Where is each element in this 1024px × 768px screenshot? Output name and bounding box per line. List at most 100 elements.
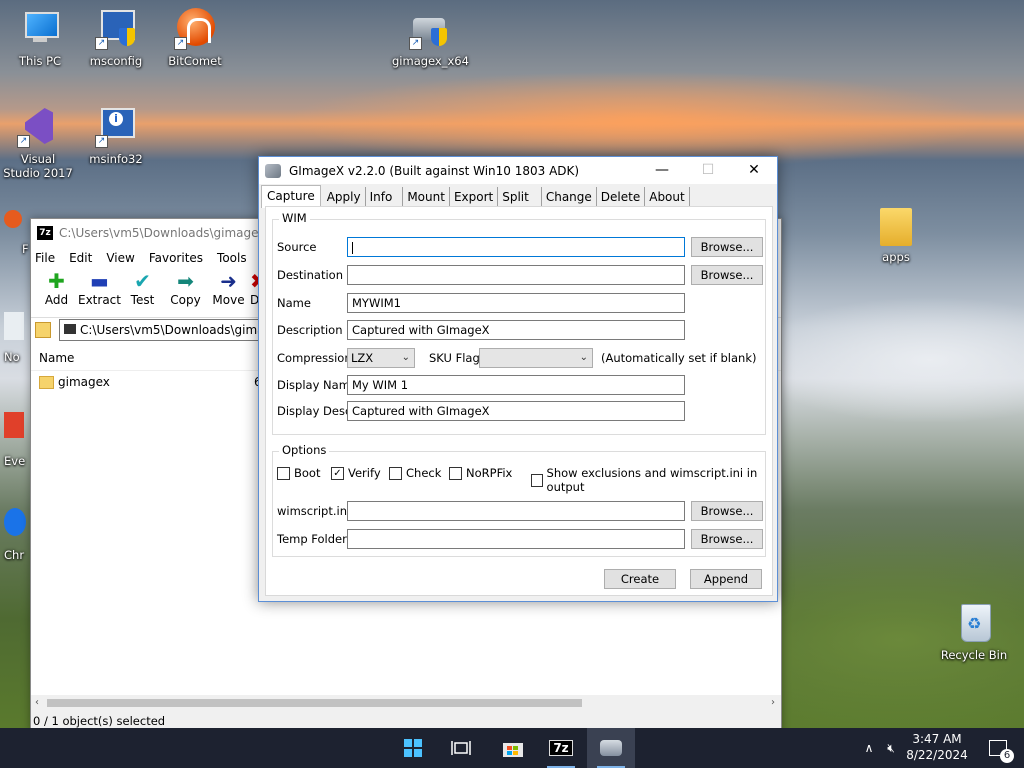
menu-view[interactable]: View [106, 251, 134, 265]
tab-info[interactable]: Info [366, 187, 404, 207]
menu-edit[interactable]: Edit [69, 251, 92, 265]
wimscript-input[interactable] [347, 501, 685, 521]
desktop-icon-this-pc[interactable]: This PC [2, 8, 78, 68]
taskbar-gimagex[interactable] [587, 728, 635, 768]
tab-capture[interactable]: Capture [261, 185, 321, 208]
desktop-icon-gimagex[interactable]: ↗ gimagex_x64 [392, 8, 469, 68]
source-input[interactable] [347, 237, 685, 257]
compression-select[interactable]: LZX ⌄ [347, 348, 415, 368]
shortcut-arrow-icon: ↗ [17, 135, 30, 148]
extract-icon: ▬ [90, 269, 109, 293]
sku-flag-select[interactable]: ⌄ [479, 348, 593, 368]
clock[interactable]: 3:47 AM 8/22/2024 [902, 731, 972, 763]
windows-logo-icon [404, 739, 422, 757]
gimagex-titlebar[interactable]: GImageX v2.2.0 (Built against Win10 1803… [259, 157, 777, 184]
show-hidden-icons[interactable]: ∧ [858, 728, 880, 768]
tab-about[interactable]: About [645, 187, 690, 207]
compression-label: Compression [277, 351, 352, 365]
document-icon [4, 312, 24, 340]
menu-favorites[interactable]: Favorites [149, 251, 203, 265]
verify-checkbox[interactable]: ✓ Verify [331, 466, 381, 480]
horizontal-scrollbar[interactable]: ‹ › [31, 695, 781, 711]
wim-group: WIM Source Browse... Destination Browse.… [272, 211, 766, 435]
menu-file[interactable]: File [35, 251, 55, 265]
create-button[interactable]: Create [604, 569, 676, 589]
move-button[interactable]: ➜ Move [207, 269, 250, 307]
taskbar: 7z ∧ 🔇︎ 3:47 AM 8/22/2024 6 [0, 728, 1024, 768]
tab-split[interactable]: Split [498, 187, 542, 207]
chevron-down-icon: ⌄ [401, 352, 410, 363]
destination-browse-button[interactable]: Browse... [691, 265, 763, 285]
checkmark-icon: ✓ [331, 466, 344, 480]
msinfo32-icon: i ↗ [95, 106, 137, 148]
options-group-title: Options [279, 443, 330, 457]
close-icon[interactable]: ✕ [731, 157, 777, 184]
display-name-input[interactable]: My WIM 1 [347, 375, 685, 395]
temp-folder-browse-button[interactable]: Browse... [691, 529, 763, 549]
task-view-button[interactable] [437, 728, 485, 768]
test-button[interactable]: ✔ Test [121, 269, 164, 307]
speaker-muted-icon: 🔇︎ [887, 740, 895, 755]
gimagex-window[interactable]: GImageX v2.2.0 (Built against Win10 1803… [258, 156, 778, 602]
task-view-icon [451, 741, 471, 755]
zip-window-title: C:\Users\vm5\Downloads\gimagex.zip\ [59, 226, 291, 240]
menu-tools[interactable]: Tools [217, 251, 247, 265]
norpfix-checkbox[interactable]: NoRPFix [449, 466, 512, 480]
temp-folder-input[interactable] [347, 529, 685, 549]
tab-export[interactable]: Export [450, 187, 499, 207]
description-label: Description [277, 323, 343, 337]
tab-apply[interactable]: Apply [323, 187, 366, 207]
copy-button[interactable]: ➡ Copy [164, 269, 207, 307]
desktop-icon-apps[interactable]: apps [858, 208, 934, 264]
maximize-icon[interactable]: ☐ [685, 157, 731, 184]
display-desc-label: Display Desc. [277, 404, 355, 418]
extract-button[interactable]: ▬ Extract [78, 269, 121, 307]
tab-delete[interactable]: Delete [597, 187, 646, 207]
desktop-icon-bitcomet[interactable]: ↗ BitComet [157, 8, 233, 68]
desktop-icon-msconfig[interactable]: ↗ msconfig [78, 8, 154, 68]
action-center-button[interactable]: 6 [978, 728, 1018, 768]
tab-change[interactable]: Change [542, 187, 597, 207]
gimagex-window-title: GImageX v2.2.0 (Built against Win10 1803… [289, 163, 580, 178]
clock-time: 3:47 AM [912, 732, 962, 746]
source-browse-button[interactable]: Browse... [691, 237, 763, 257]
options-group: Options Boot ✓ Verify Check NoRPFix Show … [272, 443, 766, 557]
notification-count-badge: 6 [1000, 749, 1014, 763]
taskbar-7zip[interactable]: 7z [537, 728, 585, 768]
capture-panel: WIM Source Browse... Destination Browse.… [265, 206, 773, 596]
boot-checkbox[interactable]: Boot [277, 466, 320, 480]
destination-input[interactable] [347, 265, 685, 285]
wim-group-title: WIM [279, 211, 310, 225]
gimagex-tabs: Capture Apply Info Mount Export Split Ch… [261, 185, 690, 208]
volume-button[interactable]: 🔇︎ [880, 728, 902, 768]
chrome-icon [4, 508, 26, 536]
chevron-up-icon: ∧ [864, 741, 874, 755]
append-button[interactable]: Append [690, 569, 762, 589]
display-desc-input[interactable]: Captured with GImageX [347, 401, 685, 421]
zip-statusbar: 0 / 1 object(s) selected [31, 711, 781, 728]
desktop-icon-visual-studio[interactable]: ↗ Visual Studio 2017 [0, 106, 76, 180]
add-button[interactable]: ✚ Add [35, 269, 78, 307]
scroll-right-icon[interactable]: › [771, 695, 775, 711]
start-button[interactable] [389, 728, 437, 768]
tab-mount[interactable]: Mount [403, 187, 450, 207]
scroll-left-icon[interactable]: ‹ [35, 695, 39, 711]
gimagex-app-icon [265, 163, 281, 178]
description-input[interactable]: Captured with GImageX [347, 320, 685, 340]
recycle-bin-icon: ♻ [953, 602, 995, 644]
clock-date: 8/22/2024 [906, 748, 968, 762]
copy-icon: ➡ [177, 269, 194, 293]
show-exclusions-checkbox[interactable]: Show exclusions and wimscript.ini in out… [531, 466, 765, 494]
desktop-icon-recycle-bin[interactable]: ♻ Recycle Bin [936, 602, 1012, 662]
store-icon [503, 743, 523, 757]
check-checkbox[interactable]: Check [389, 466, 441, 480]
name-input[interactable]: MYWIM1 [347, 293, 685, 313]
desktop-icon-msinfo32[interactable]: i ↗ msinfo32 [78, 106, 154, 166]
gimagex-icon [600, 740, 622, 756]
taskbar-store[interactable] [489, 728, 537, 768]
wimscript-browse-button[interactable]: Browse... [691, 501, 763, 521]
7zip-app-icon: 7z [37, 226, 53, 240]
minimize-icon[interactable]: — [639, 157, 685, 184]
scrollbar-thumb[interactable] [47, 699, 582, 707]
up-folder-icon[interactable] [35, 322, 51, 338]
